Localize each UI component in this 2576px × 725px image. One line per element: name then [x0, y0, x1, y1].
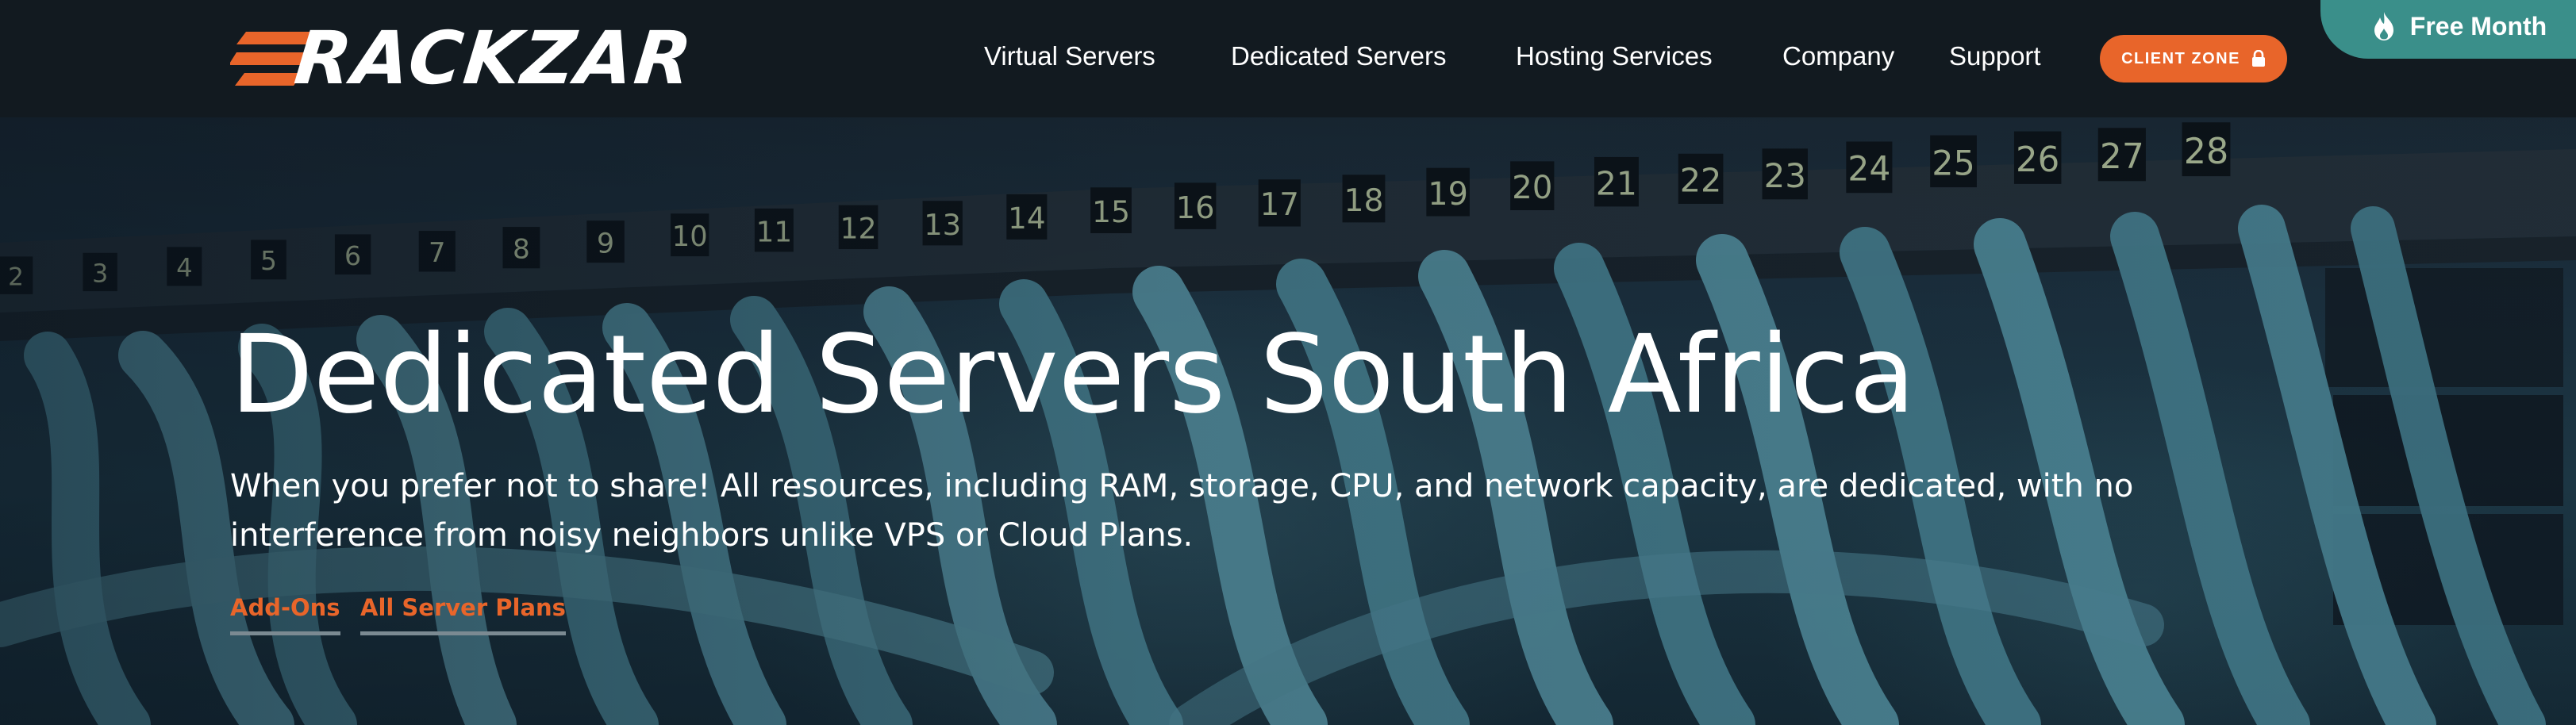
- client-zone-label: CLIENT ZONE: [2121, 49, 2240, 67]
- nav-dedicated-servers[interactable]: Dedicated Servers: [1231, 36, 1446, 76]
- hero-section: 2345678910111213141516171819202122232425…: [0, 117, 2576, 725]
- free-month-content: Free Month: [2372, 11, 2547, 41]
- client-zone-button[interactable]: CLIENT ZONE: [2100, 35, 2287, 82]
- hero-description: When you prefer not to share! All resour…: [230, 468, 2134, 554]
- flame-icon: [2374, 12, 2393, 40]
- nav-support[interactable]: Support: [1949, 36, 2041, 76]
- nav-company[interactable]: Company: [1782, 36, 1894, 76]
- hero-title: Dedicated Servers South Africa: [230, 313, 1916, 438]
- add-ons-link[interactable]: Add-Ons: [230, 590, 340, 635]
- lock-icon: [2251, 50, 2265, 67]
- rackzar-logo[interactable]: RACKZAR: [230, 16, 706, 101]
- free-month-label: Free Month: [2409, 11, 2547, 40]
- free-month-promo-button[interactable]: Free Month: [2320, 0, 2576, 59]
- nav-hosting-services[interactable]: Hosting Services: [1516, 36, 1713, 76]
- all-server-plans-link[interactable]: All Server Plans: [360, 590, 566, 635]
- nav-virtual-servers[interactable]: Virtual Servers: [984, 36, 1155, 76]
- site-header: RACKZAR Virtual Servers Dedicated Server…: [0, 0, 2576, 117]
- logo-wordmark: RACKZAR: [290, 16, 698, 101]
